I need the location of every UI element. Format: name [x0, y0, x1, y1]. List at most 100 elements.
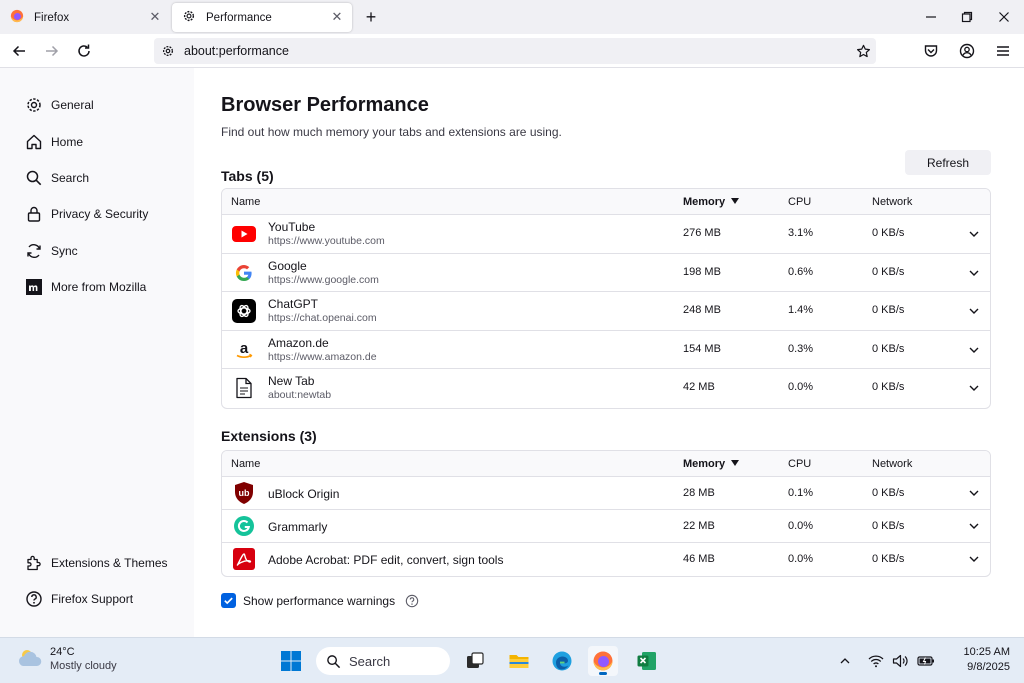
reload-button[interactable] [73, 40, 95, 62]
chevron-down-icon[interactable] [967, 304, 981, 318]
performance-warnings-option: Show performance warnings [221, 593, 419, 608]
file-explorer-button[interactable] [504, 646, 534, 676]
close-tab-icon[interactable]: ✕ [148, 10, 162, 24]
search-icon [327, 654, 341, 668]
tab-title: Firefox [34, 11, 70, 24]
chevron-down-icon[interactable] [967, 343, 981, 357]
row-name: New Tab [268, 374, 315, 388]
row-name: Grammarly [268, 520, 328, 534]
row-network: 0 KB/s [872, 227, 905, 239]
home-icon [24, 133, 43, 152]
weather-widget[interactable]: 24°C Mostly cloudy [16, 646, 117, 672]
site-info-icon[interactable] [160, 43, 176, 59]
start-button[interactable] [276, 646, 306, 676]
row-cpu: 0.0% [788, 381, 814, 393]
battery-button[interactable] [916, 652, 936, 670]
firefox-icon [593, 651, 613, 671]
sidebar-item-privacy[interactable]: Privacy & Security [24, 203, 148, 225]
row-cpu: 0.0% [788, 553, 814, 565]
edge-button[interactable] [547, 646, 577, 676]
column-name[interactable]: Name [231, 196, 260, 208]
task-view-button[interactable] [460, 646, 490, 676]
row-url: https://www.amazon.de [268, 350, 377, 363]
help-icon[interactable] [404, 593, 419, 608]
sidebar-item-label: More from Mozilla [51, 280, 147, 294]
sidebar-item-extensions-themes[interactable]: Extensions & Themes [24, 552, 168, 574]
battery-charging-icon [917, 656, 934, 666]
tab-firefox[interactable]: Firefox ✕ [0, 3, 170, 32]
column-network[interactable]: Network [872, 196, 912, 208]
account-button[interactable] [956, 40, 978, 62]
row-cpu: 1.4% [788, 304, 814, 316]
sidebar-item-firefox-support[interactable]: Firefox Support [24, 588, 133, 610]
new-tab-button[interactable]: + [361, 6, 381, 28]
taskbar-clock[interactable]: 10:25 AM 9/8/2025 [950, 646, 1010, 673]
refresh-button[interactable]: Refresh [905, 150, 991, 175]
performance-warnings-label[interactable]: Show performance warnings [243, 594, 395, 608]
forward-button[interactable] [41, 40, 63, 62]
sidebar-item-search[interactable]: Search [24, 167, 89, 189]
sidebar-item-label: Privacy & Security [51, 207, 149, 221]
chevron-down-icon[interactable] [967, 381, 981, 395]
svg-text:ub: ub [239, 488, 250, 498]
tab-performance[interactable]: Performance ✕ [172, 3, 352, 32]
taskbar-search[interactable]: Search [316, 647, 450, 675]
show-hidden-icons-button[interactable] [835, 652, 855, 670]
table-row[interactable]: Grammarly 22 MB 0.0% 0 KB/s [222, 510, 990, 543]
wifi-button[interactable] [866, 652, 886, 670]
column-memory[interactable]: Memory [683, 196, 740, 208]
excel-icon [637, 652, 656, 670]
column-network[interactable]: Network [872, 458, 912, 470]
table-row[interactable]: Adobe Acrobat: PDF edit, convert, sign t… [222, 543, 990, 576]
cloud-icon [16, 647, 44, 672]
url-text[interactable]: about:performance [184, 44, 289, 58]
excel-button[interactable] [632, 646, 662, 676]
table-row[interactable]: YouTube https://www.youtube.com 276 MB 3… [222, 215, 990, 254]
table-row[interactable]: ub uBlock Origin 28 MB 0.1% 0 KB/s [222, 477, 990, 510]
table-row[interactable]: New Tab about:newtab 42 MB 0.0% 0 KB/s [222, 369, 990, 408]
column-name[interactable]: Name [231, 458, 260, 470]
help-icon [24, 590, 43, 609]
chevron-down-icon[interactable] [967, 552, 981, 566]
chevron-down-icon[interactable] [967, 266, 981, 280]
minimize-icon [926, 16, 936, 18]
row-network: 0 KB/s [872, 553, 905, 565]
bookmark-star-icon[interactable] [854, 42, 872, 60]
chevron-down-icon[interactable] [967, 227, 981, 241]
column-cpu[interactable]: CPU [788, 196, 811, 208]
minimize-button[interactable] [919, 6, 943, 28]
sidebar-item-more-from-mozilla[interactable]: More from Mozilla [24, 276, 146, 298]
windows-taskbar: 24°C Mostly cloudy Search 10:25 AM 9/8/2… [0, 637, 1024, 683]
chevron-down-icon[interactable] [967, 519, 981, 533]
pocket-button[interactable] [920, 40, 942, 62]
youtube-icon [232, 222, 256, 246]
tabs-heading: Tabs (5) [221, 168, 274, 184]
sidebar-item-label: General [51, 98, 94, 112]
sidebar-item-sync[interactable]: Sync [24, 240, 78, 262]
row-memory: 46 MB [683, 553, 715, 565]
table-row[interactable]: a Amazon.de https://www.amazon.de 154 MB… [222, 331, 990, 369]
column-cpu[interactable]: CPU [788, 458, 811, 470]
row-cpu: 0.1% [788, 487, 814, 499]
volume-button[interactable] [890, 652, 910, 670]
back-button[interactable] [8, 40, 30, 62]
restore-button[interactable] [955, 6, 979, 28]
column-memory[interactable]: Memory [683, 458, 740, 470]
performance-warnings-checkbox[interactable] [221, 593, 236, 608]
table-row[interactable]: Google https://www.google.com 198 MB 0.6… [222, 254, 990, 292]
menu-button[interactable] [992, 40, 1014, 62]
firefox-taskbar-button[interactable] [588, 646, 618, 676]
sidebar-item-home[interactable]: Home [24, 131, 83, 153]
chatgpt-icon [232, 299, 256, 323]
weather-temperature: 24°C [50, 646, 75, 658]
ublock-icon: ub [232, 481, 256, 505]
task-view-icon [467, 652, 484, 668]
table-row[interactable]: ChatGPT https://chat.openai.com 248 MB 1… [222, 292, 990, 331]
close-tab-icon[interactable]: ✕ [330, 10, 344, 24]
taskbar-search-label: Search [349, 653, 391, 669]
sidebar-item-general[interactable]: General [24, 94, 94, 116]
close-window-button[interactable] [992, 6, 1016, 28]
chevron-down-icon[interactable] [967, 486, 981, 500]
row-name: Adobe Acrobat: PDF edit, convert, sign t… [268, 553, 504, 567]
url-bar[interactable]: about:performance [154, 38, 876, 64]
